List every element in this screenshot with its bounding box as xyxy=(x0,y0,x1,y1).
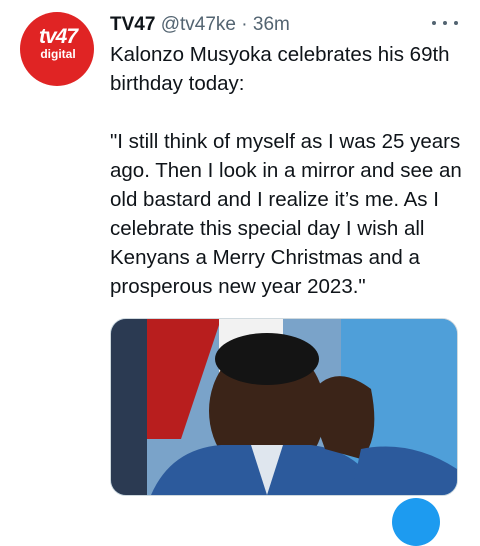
person-hair xyxy=(215,333,319,385)
tweet-text-quote: "I still think of myself as I was 25 yea… xyxy=(110,130,462,298)
more-options-button[interactable] xyxy=(432,16,458,30)
user-handle[interactable]: @tv47ke xyxy=(161,14,236,35)
more-horizontal-icon xyxy=(454,21,458,25)
logo-bottom-text: digital xyxy=(40,47,76,61)
display-name[interactable]: TV47 xyxy=(110,14,155,35)
timestamp[interactable]: 36m xyxy=(253,14,290,35)
photo-illustration xyxy=(111,319,457,495)
tv47-logo: tv47 digital xyxy=(30,26,86,72)
compose-button[interactable] xyxy=(392,498,440,546)
tweet-text: Kalonzo Musyoka celebrates his 69th birt… xyxy=(110,40,466,301)
tweet-media-image[interactable] xyxy=(110,318,458,496)
separator: · xyxy=(241,14,248,35)
tweet-text-intro: Kalonzo Musyoka celebrates his 69th birt… xyxy=(110,43,450,95)
more-horizontal-icon xyxy=(443,21,447,25)
tweet-header: TV47 @tv47ke · 36m xyxy=(110,14,460,40)
tweet[interactable]: tv47 digital TV47 @tv47ke · 36m Kalonzo … xyxy=(0,0,480,546)
more-horizontal-icon xyxy=(432,21,436,25)
avatar[interactable]: tv47 digital xyxy=(20,12,94,86)
photo-left-panel xyxy=(111,319,147,495)
logo-top-text: tv47 xyxy=(38,25,78,48)
